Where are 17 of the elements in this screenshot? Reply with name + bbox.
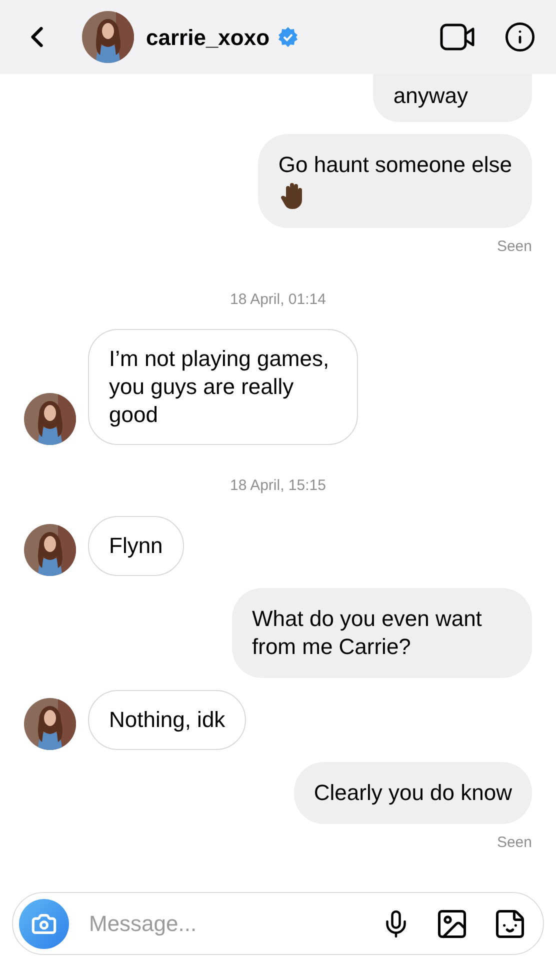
- timestamp: 18 April, 01:14: [230, 290, 326, 310]
- info-icon[interactable]: [504, 21, 536, 53]
- received-message: Nothing, idk: [88, 690, 246, 750]
- seen-label: Seen: [496, 237, 532, 257]
- video-call-icon[interactable]: [440, 23, 476, 51]
- camera-button[interactable]: [19, 898, 69, 948]
- sent-message: anyway: [373, 74, 532, 122]
- message-input[interactable]: Message...: [89, 907, 381, 940]
- message-composer[interactable]: Message...: [12, 892, 544, 955]
- received-message: Flynn: [88, 516, 184, 576]
- timestamp: 18 April, 15:15: [230, 476, 326, 496]
- seen-label: Seen: [496, 832, 532, 852]
- sent-message: What do you even want from me Carrie?: [232, 588, 532, 678]
- received-message: I’m not playing games, you guys are really good: [88, 329, 358, 445]
- username[interactable]: carrie_xoxo: [146, 20, 270, 54]
- sent-message: Go haunt someone else: [258, 134, 532, 228]
- sent-message: Clearly you do know: [294, 762, 532, 824]
